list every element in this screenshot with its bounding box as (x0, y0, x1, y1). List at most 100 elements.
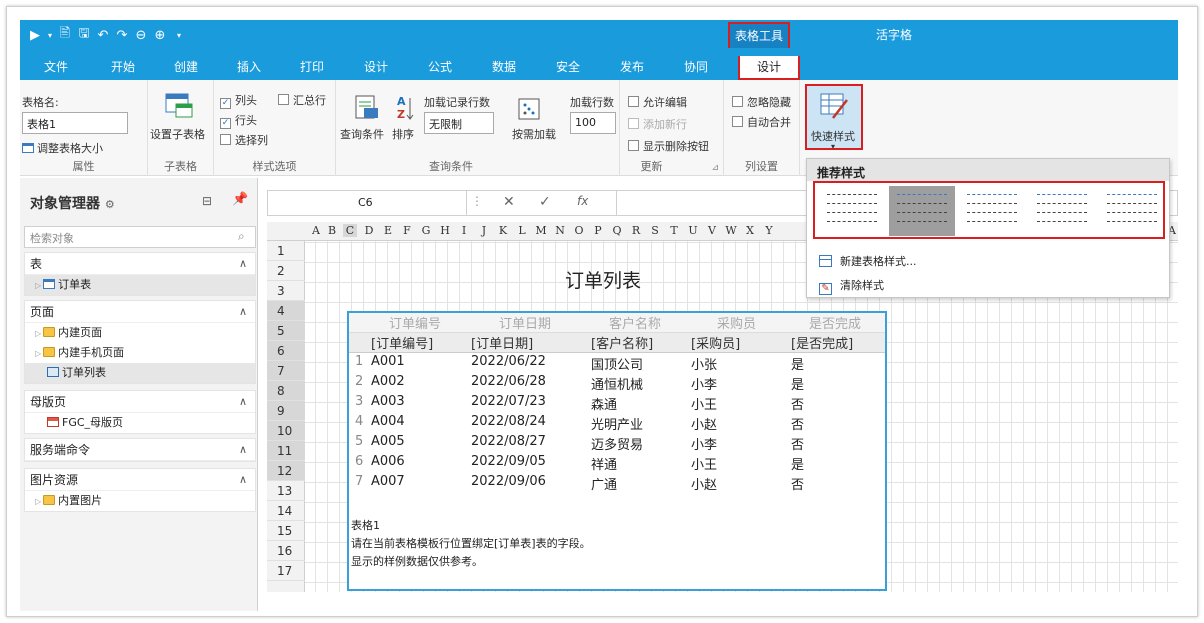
set-subtable-button[interactable]: 设置子表格 (150, 126, 205, 142)
column-header[interactable]: N (553, 224, 567, 237)
search-icon[interactable]: ⌕ (238, 229, 245, 244)
table-name-input[interactable]: 表格1 (22, 112, 128, 134)
row-header[interactable]: 15 (267, 521, 305, 541)
cancel-icon[interactable]: ✕ (503, 194, 515, 210)
tab-design[interactable]: 设计 (344, 56, 408, 80)
row-header[interactable]: 10 (267, 421, 305, 441)
style-swatch[interactable] (959, 186, 1025, 236)
row-header[interactable]: 13 (267, 481, 305, 501)
section-header-server-commands[interactable]: 服务端命令 ∧ (25, 439, 255, 461)
table-row[interactable]: 7 A007 2022/09/06 广通 小赵 否 (349, 473, 885, 493)
customize-icon[interactable]: ▾ (172, 31, 186, 40)
table-row[interactable]: 2 A002 2022/06/28 通恒机械 小李 是 (349, 373, 885, 393)
tab-print[interactable]: 打印 (280, 56, 344, 80)
table-row[interactable]: 6 A006 2022/09/05 祥通 小王 是 (349, 453, 885, 473)
tab-data[interactable]: 数据 (472, 56, 536, 80)
row-header[interactable]: 17 (267, 561, 305, 581)
column-header[interactable]: D (362, 224, 376, 237)
new-icon[interactable]: 🖹 (58, 24, 72, 46)
column-header[interactable]: Q (610, 224, 624, 237)
tab-publish[interactable]: 发布 (600, 56, 664, 80)
row-header[interactable]: 2 (267, 261, 305, 281)
column-header[interactable]: I (457, 224, 471, 237)
row-header[interactable]: 11 (267, 441, 305, 461)
tab-security[interactable]: 安全 (536, 56, 600, 80)
style-swatch[interactable] (1099, 186, 1165, 236)
search-input[interactable]: 检索对象 (24, 226, 256, 248)
tree-item-builtin-pages[interactable]: ▷ 内建页面 (25, 323, 255, 343)
column-header[interactable]: Y (762, 224, 776, 237)
style-swatch[interactable] (889, 186, 955, 236)
run-dropdown-icon[interactable]: ▾ (47, 31, 53, 40)
table-row[interactable]: 4 A004 2022/08/24 光明产业 小赵 否 (349, 413, 885, 433)
row-header[interactable]: 6 (267, 341, 305, 361)
column-header[interactable]: X (743, 224, 757, 237)
row-header[interactable]: 14 (267, 501, 305, 521)
row-header[interactable]: 8 (267, 381, 305, 401)
row-header[interactable]: 16 (267, 541, 305, 561)
column-header[interactable]: L (515, 224, 529, 237)
section-header-tables[interactable]: 表 ∧ (25, 253, 255, 275)
row-header-checkbox[interactable]: ✓ 行头 (220, 112, 257, 129)
row-header[interactable]: 5 (267, 321, 305, 341)
pin-icon[interactable]: 📌 (232, 192, 248, 207)
tree-item-builtin-mobile-pages[interactable]: ▷ 内建手机页面 (25, 343, 255, 363)
style-swatch[interactable] (1029, 186, 1095, 236)
section-header-master-pages[interactable]: 母版页 ∧ (25, 391, 255, 413)
style-swatch[interactable] (819, 186, 885, 236)
row-header[interactable]: 1 (267, 241, 305, 261)
col-header-checkbox[interactable]: ✓ 列头 (220, 92, 257, 109)
table-row[interactable]: 3 A003 2022/07/23 森通 小王 否 (349, 393, 885, 413)
row-header[interactable]: 9 (267, 401, 305, 421)
table-row[interactable]: 5 A005 2022/08/27 迈多贸易 小李 否 (349, 433, 885, 453)
column-header[interactable]: U (686, 224, 700, 237)
section-header-pages[interactable]: 页面 ∧ (25, 301, 255, 323)
quick-style-button[interactable]: 快速样式 ▾ (805, 84, 863, 151)
table-region[interactable]: 订单编号 订单日期 客户名称 采购员 是否完成 [订单编号] [订单日期] [客… (347, 311, 887, 591)
tab-home[interactable]: 开始 (92, 56, 154, 80)
tab-collaborate[interactable]: 协同 (664, 56, 728, 80)
save-icon[interactable]: 🖫 (77, 24, 91, 46)
column-header[interactable]: E (381, 224, 395, 237)
column-header[interactable]: F (400, 224, 414, 237)
table-row[interactable]: 1 A001 2022/06/22 国顶公司 小张 是 (349, 353, 885, 373)
auto-merge-checkbox[interactable]: 自动合并 (732, 114, 791, 130)
add-new-row-checkbox[interactable]: 添加新行 (628, 116, 687, 132)
section-header-image-resources[interactable]: 图片资源 ∧ (25, 469, 255, 491)
column-header[interactable]: W (724, 224, 738, 237)
column-header[interactable]: R (629, 224, 643, 237)
column-header[interactable]: O (572, 224, 586, 237)
tree-item-order-table[interactable]: ▷ 订单表 (25, 275, 255, 295)
resize-table-button[interactable]: 调整表格大小 (22, 140, 103, 156)
column-header[interactable]: H (438, 224, 452, 237)
column-header[interactable]: T (667, 224, 681, 237)
tab-file[interactable]: 文件 (20, 56, 92, 80)
column-header[interactable]: S (648, 224, 662, 237)
column-header[interactable]: C (343, 224, 357, 237)
sort-button[interactable]: 排序 (392, 126, 414, 142)
tab-formula[interactable]: 公式 (408, 56, 472, 80)
row-header[interactable]: 7 (267, 361, 305, 381)
tab-table-design[interactable]: 设计 (738, 56, 800, 80)
tab-insert[interactable]: 插入 (218, 56, 280, 80)
select-col-checkbox[interactable]: 选择列 (220, 132, 268, 148)
cell-reference-box[interactable]: C6 (267, 190, 467, 216)
dialog-launcher-icon[interactable]: ⊿ (711, 163, 719, 173)
load-records-input[interactable]: 无限制 (424, 112, 494, 134)
allow-edit-checkbox[interactable]: 允许编辑 (628, 94, 687, 110)
tree-item-builtin-images[interactable]: ▷ 内置图片 (25, 491, 255, 511)
back-icon[interactable]: ⊖ (134, 28, 148, 43)
redo-icon[interactable]: ↷ (115, 28, 129, 43)
tree-item-order-list[interactable]: 订单列表 (25, 363, 255, 383)
collapse-all-icon[interactable]: ⊟ (202, 194, 212, 208)
tab-create[interactable]: 创建 (154, 56, 218, 80)
clear-style-item[interactable]: ✎ 清除样式 (819, 277, 884, 295)
ignore-hidden-checkbox[interactable]: 忽略隐藏 (732, 94, 791, 110)
forward-icon[interactable]: ⊕ (153, 28, 167, 43)
gear-icon[interactable]: ⚙ (105, 198, 115, 211)
tree-item-fgc-master[interactable]: FGC_母版页 (25, 413, 255, 433)
function-icon[interactable]: fx (577, 194, 588, 208)
load-on-demand-button[interactable]: 按需加载 (512, 126, 556, 142)
column-header[interactable]: M (534, 224, 548, 237)
row-header[interactable]: 3 (267, 281, 305, 301)
